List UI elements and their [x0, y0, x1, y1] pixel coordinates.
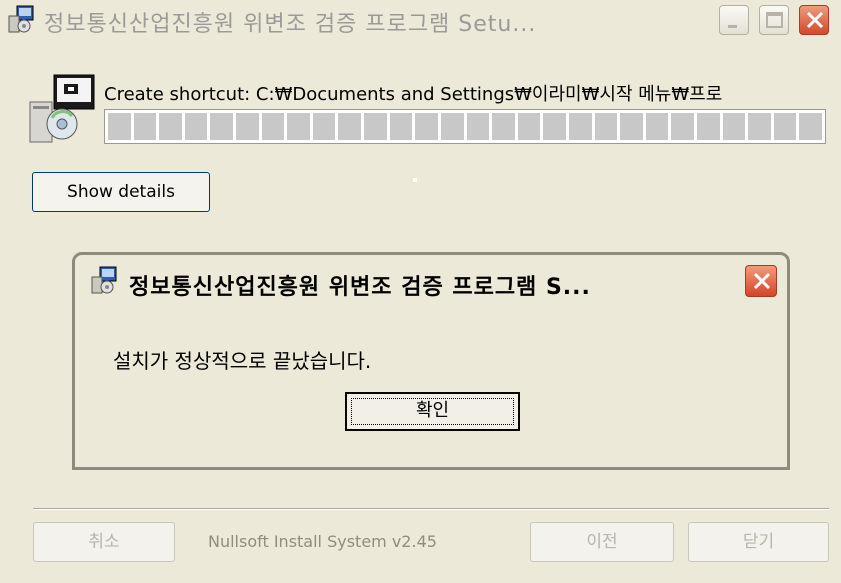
progress-segment [287, 113, 310, 140]
dialog-message: 설치가 정상적으로 끝났습니다. [113, 349, 372, 373]
maximize-icon [766, 12, 783, 28]
nsis-brand-text: Nullsoft Install System v2.45 [208, 532, 437, 551]
dialog-title: 정보통신산업진흥원 위변조 검증 프로그램 S... [129, 275, 591, 300]
progress-segment [159, 113, 182, 140]
progress-segment [697, 113, 720, 140]
progress-segment [620, 113, 643, 140]
progress-segment [645, 113, 669, 140]
back-button[interactable]: 이전 [530, 522, 674, 562]
ok-button[interactable]: 확인 [345, 392, 520, 431]
progress-segment [364, 113, 387, 140]
close-icon [753, 272, 771, 290]
cancel-button[interactable]: 취소 [33, 522, 175, 562]
progress-segment [722, 113, 746, 140]
progress-segment [389, 113, 413, 140]
installer-icon [6, 4, 36, 34]
installer-icon [89, 265, 119, 295]
dialog-close-button[interactable] [745, 265, 777, 297]
progress-segment [133, 113, 157, 140]
close-icon [806, 11, 824, 29]
progress-segment [748, 113, 771, 140]
progress-segment [543, 113, 566, 140]
progress-segment [492, 113, 515, 140]
ok-button-label: 확인 [415, 400, 450, 421]
close-button[interactable]: 닫기 [688, 522, 829, 562]
window-titlebar[interactable]: 정보통신산업진흥원 위변조 검증 프로그램 Setu... [0, 0, 841, 38]
progress-segment [312, 113, 336, 140]
progress-segment [108, 113, 131, 140]
progress-segment [773, 113, 797, 140]
progress-segment [594, 113, 618, 140]
progress-segment [517, 113, 541, 140]
progress-segment [338, 113, 362, 140]
progress-segment [799, 113, 823, 140]
progress-segment [440, 113, 464, 140]
progress-segment [671, 113, 695, 140]
progress-segment [568, 113, 592, 140]
decorative-dot [413, 178, 417, 182]
install-progress-bar [104, 109, 826, 144]
minimize-button[interactable] [719, 5, 749, 35]
footer-divider [33, 508, 829, 510]
progress-segment [415, 113, 438, 140]
progress-segment [184, 113, 208, 140]
window-title: 정보통신산업진흥원 위변조 검증 프로그램 Setu... [44, 12, 537, 37]
progress-segment [261, 113, 285, 140]
minimize-icon [728, 25, 737, 28]
progress-segment [236, 113, 259, 140]
progress-segment [210, 113, 234, 140]
maximize-button[interactable] [759, 5, 789, 35]
install-status-text: Create shortcut: C:₩Documents and Settin… [104, 84, 723, 105]
close-window-button[interactable] [799, 5, 829, 35]
setup-computer-icon [24, 72, 96, 146]
progress-segment [466, 113, 490, 140]
show-details-button[interactable]: Show details [32, 172, 210, 212]
completion-dialog: 정보통신산업진흥원 위변조 검증 프로그램 S... 설치가 정상적으로 끝났습… [72, 252, 790, 470]
